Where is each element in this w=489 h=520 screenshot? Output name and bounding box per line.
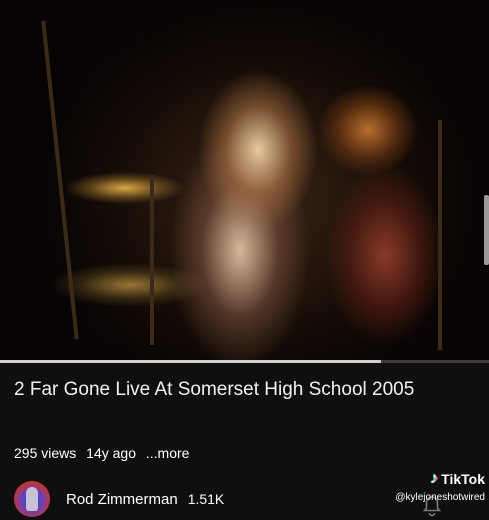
more-link[interactable]: ...more: [146, 445, 190, 461]
video-player[interactable]: [0, 0, 489, 362]
drum-stand: [150, 175, 154, 345]
channel-row[interactable]: Rod Zimmerman 1.51K: [14, 481, 225, 517]
channel-name[interactable]: Rod Zimmerman: [66, 491, 178, 508]
tiktok-brand-label: TikTok: [441, 471, 485, 487]
progress-bar-fill: [0, 360, 382, 363]
progress-bar[interactable]: [0, 360, 489, 363]
video-details: 2 Far Gone Live At Somerset High School …: [14, 378, 474, 402]
side-scroll-indicator: [484, 195, 489, 265]
view-count: 295 views: [14, 445, 77, 461]
tiktok-logo-icon: ♪: [430, 470, 439, 487]
drum-stand: [438, 120, 442, 350]
video-title[interactable]: 2 Far Gone Live At Somerset High School …: [14, 378, 474, 402]
channel-avatar[interactable]: [14, 481, 50, 517]
bell-icon[interactable]: [420, 494, 444, 518]
subscriber-count: 1.51K: [187, 491, 225, 507]
cymbal-stand: [41, 20, 79, 340]
tiktok-brand: ♪ TikTok: [380, 470, 485, 488]
video-stats[interactable]: 295 views 14y ago ...more: [14, 445, 195, 461]
upload-age: 14y ago: [86, 445, 136, 461]
